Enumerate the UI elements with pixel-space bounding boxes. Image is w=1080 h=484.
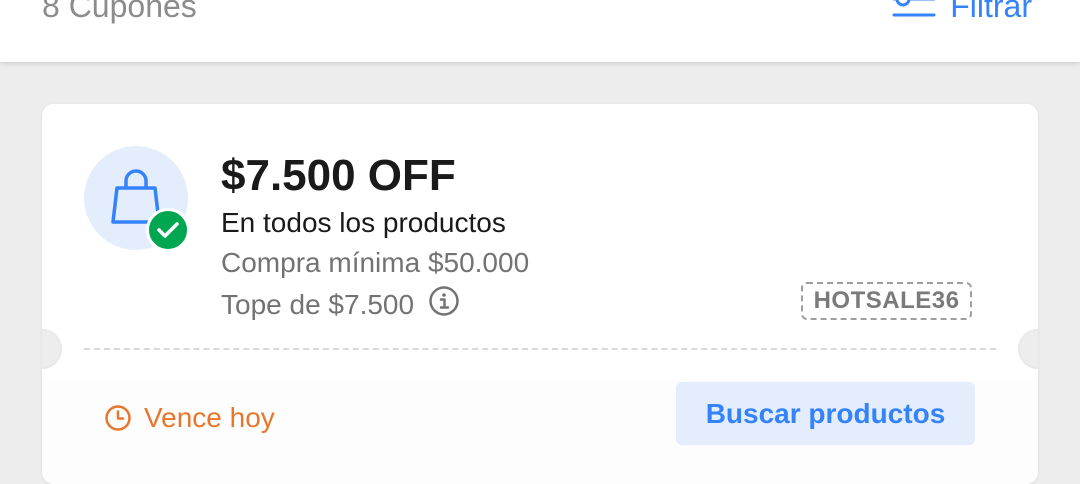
coupon-icon-badge (84, 146, 190, 252)
sliders-icon (892, 0, 936, 22)
top-bar: 8 Cupones Filtrar (0, 0, 1080, 62)
coupon-code[interactable]: HOTSALE36 (801, 282, 972, 320)
coupon-card: $7.500 OFF En todos los productos Compra… (42, 104, 1038, 484)
coupon-count: 8 Cupones (42, 0, 197, 24)
ticket-notch-left (42, 329, 62, 369)
clock-icon (104, 404, 132, 432)
ticket-notch-right (1018, 329, 1038, 369)
filter-button[interactable]: Filtrar (892, 0, 1032, 26)
coupon-cap-row: Tope de $7.500 (221, 285, 460, 325)
coupon-footer: Vence hoy Buscar productos (42, 380, 1038, 484)
dashed-divider (84, 348, 996, 350)
expiry-info: Vence hoy (104, 401, 275, 435)
check-icon (146, 208, 190, 252)
coupon-min-purchase: Compra mínima $50.000 (221, 247, 530, 278)
coupon-cap: Tope de $7.500 (221, 289, 415, 320)
coupon-amount: $7.500 OFF (221, 151, 456, 200)
coupon-scope: En todos los productos (221, 207, 506, 238)
expiry-label: Vence hoy (144, 402, 275, 433)
search-products-button[interactable]: Buscar productos (676, 382, 975, 445)
filter-label: Filtrar (950, 0, 1032, 24)
info-icon[interactable] (428, 285, 460, 325)
